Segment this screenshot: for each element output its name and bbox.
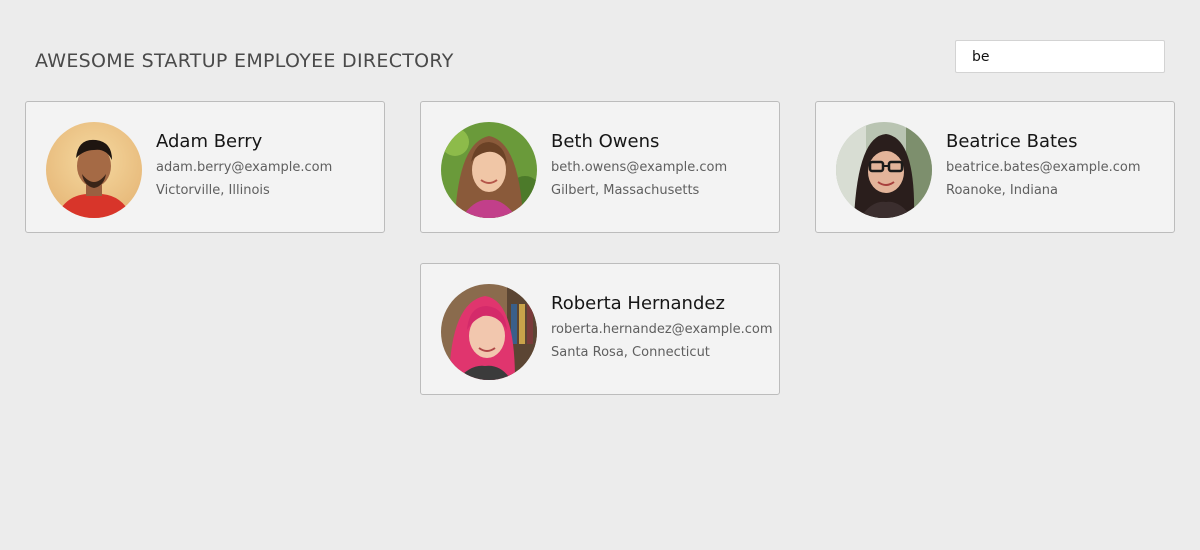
avatar [836, 122, 932, 218]
employee-info: Beth Owens beth.owens@example.com Gilber… [551, 130, 776, 200]
employee-location: Roanoke, Indiana [946, 183, 1058, 198]
employee-directory-page: AWESOME STARTUP EMPLOYEE DIRECTORY be Ad… [0, 0, 1200, 550]
avatar [441, 122, 537, 218]
employee-name: Roberta Hernandez [551, 293, 725, 314]
page-title: AWESOME STARTUP EMPLOYEE DIRECTORY [35, 50, 454, 72]
employee-info: Beatrice Bates beatrice.bates@example.co… [946, 130, 1171, 200]
employee-location: Gilbert, Massachusetts [551, 183, 700, 198]
employee-name: Beatrice Bates [946, 131, 1078, 152]
employee-location: Santa Rosa, Connecticut [551, 345, 710, 360]
employee-location: Victorville, Illinois [156, 183, 270, 198]
avatar [46, 122, 142, 218]
employee-email: beth.owens@example.com [551, 160, 728, 175]
employee-info: Roberta Hernandez roberta.hernandez@exam… [551, 292, 776, 362]
employee-email: beatrice.bates@example.com [946, 160, 1141, 175]
employee-card[interactable]: Beth Owens beth.owens@example.com Gilber… [420, 101, 780, 233]
employee-card[interactable]: Roberta Hernandez roberta.hernandez@exam… [420, 263, 780, 395]
employee-email: roberta.hernandez@example.com [551, 322, 773, 337]
employee-name: Adam Berry [156, 131, 263, 152]
employee-email: adam.berry@example.com [156, 160, 333, 175]
search-input[interactable] [955, 40, 1165, 73]
employee-name: Beth Owens [551, 131, 660, 152]
employee-card[interactable]: Beatrice Bates beatrice.bates@example.co… [815, 101, 1175, 233]
employee-info: Adam Berry adam.berry@example.com Victor… [156, 130, 381, 200]
avatar [441, 284, 537, 380]
employee-card[interactable]: Adam Berry adam.berry@example.com Victor… [25, 101, 385, 233]
